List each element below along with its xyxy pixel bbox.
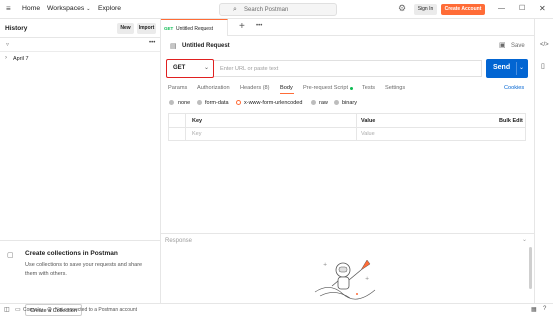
request-icon: ▤ [170, 43, 177, 50]
sidebar: History New Import ▿ ••• › April 7 ▢ Cre… [0, 19, 161, 316]
body-option-label: x-www-form-urlencoded [244, 100, 303, 106]
request-tab[interactable]: GET Untitled Request [161, 19, 228, 36]
send-button[interactable]: Send ⌄ [486, 59, 528, 78]
divider [516, 62, 517, 75]
svg-text:+: + [323, 262, 327, 268]
console-icon: ▭ [15, 307, 21, 313]
settings-gear-icon[interactable]: ⚙ [398, 3, 406, 14]
body-option-label: raw [319, 100, 328, 106]
history-group-label: April 7 [13, 56, 29, 62]
astronaut-illustration: + + [305, 252, 385, 302]
nav-home[interactable]: Home [22, 5, 40, 12]
sidebar-toggle-icon[interactable]: ◫ [4, 306, 10, 313]
save-label: Save [511, 43, 525, 49]
cookies-link[interactable]: Cookies [504, 85, 524, 91]
request-tab-strip: GET Untitled Request + ••• [161, 19, 534, 36]
tab-settings[interactable]: Settings [385, 85, 405, 91]
table-header-value: Value [361, 118, 376, 124]
console-button[interactable]: Console [23, 307, 41, 313]
divider [0, 37, 160, 38]
more-tabs-icon[interactable]: ••• [256, 23, 262, 29]
code-icon[interactable]: </> [540, 42, 549, 48]
collection-icon: ▢ [7, 252, 14, 259]
maximize-icon[interactable]: ☐ [519, 4, 525, 12]
radio-icon [311, 100, 316, 105]
bulk-edit-button[interactable]: Bulk Edit [499, 118, 523, 124]
more-options-icon[interactable]: ••• [149, 40, 155, 46]
body-option-label: binary [342, 100, 357, 106]
help-icon[interactable]: ? [543, 306, 546, 312]
filter-icon[interactable]: ▿ [6, 41, 9, 48]
search-input[interactable]: ⌕ Search Postman [219, 3, 337, 16]
tab-body[interactable]: Body [280, 85, 293, 91]
tab-tests[interactable]: Tests [362, 85, 375, 91]
scrollbar[interactable] [529, 247, 532, 289]
tab-method: GET [164, 26, 174, 31]
body-option-label: form-data [205, 100, 229, 106]
nav-workspaces[interactable]: Workspaces ⌄ [47, 5, 90, 12]
tab-title: Untitled Request [176, 26, 213, 32]
params-table: Key Value Bulk Edit Key Value [168, 113, 526, 141]
request-title[interactable]: Untitled Request [182, 43, 230, 49]
connection-status: Not connected to a Postman account [55, 307, 137, 313]
response-label: Response [165, 238, 193, 244]
status-bar: ◫ ▭ Console ⊘ Not connected to a Postman… [0, 303, 553, 315]
save-icon: ▣ [499, 42, 506, 49]
value-input[interactable]: Value [361, 131, 375, 137]
chevron-right-icon: › [5, 55, 7, 61]
chevron-down-icon: ⌄ [204, 65, 210, 71]
new-button[interactable]: New [117, 23, 134, 34]
active-tab-underline [280, 93, 294, 94]
radio-selected-icon [236, 100, 241, 105]
nav-explore[interactable]: Explore [98, 5, 121, 12]
divider [0, 51, 160, 52]
divider [169, 127, 526, 128]
tab-authorization[interactable]: Authorization [197, 85, 230, 91]
import-button[interactable]: Import [137, 23, 156, 34]
chevron-down-icon[interactable]: ⌄ [522, 236, 527, 243]
tab-pre-request-script[interactable]: Pre-request Script [303, 85, 348, 91]
tab-params[interactable]: Params [168, 85, 187, 91]
disconnected-icon: ⊘ [47, 307, 53, 313]
layout-icon[interactable]: ▦ [531, 306, 537, 313]
method-value: GET [173, 65, 186, 71]
tab-headers[interactable]: Headers (8) [240, 85, 270, 91]
radio-icon [197, 100, 202, 105]
promo-title: Create collections in Postman [25, 250, 118, 257]
divider [161, 233, 534, 234]
close-icon[interactable]: ✕ [539, 4, 546, 13]
status-dot [350, 87, 353, 90]
top-bar: ≡ Home Workspaces ⌄ Explore ⌕ Search Post… [0, 0, 553, 19]
promo-text: Use collections to save your requests an… [25, 262, 143, 277]
url-input[interactable]: Enter URL or paste text [214, 60, 482, 77]
divider [0, 240, 160, 241]
radio-icon [169, 100, 174, 105]
new-tab-plus-icon[interactable]: + [239, 21, 245, 32]
table-header-key: Key [192, 118, 203, 124]
minimize-icon[interactable]: — [498, 5, 505, 12]
body-option-label: none [178, 100, 191, 106]
chevron-down-icon[interactable]: ⌄ [519, 64, 524, 71]
chevron-down-icon: ⌄ [86, 6, 91, 12]
key-input[interactable]: Key [192, 131, 201, 137]
create-account-button[interactable]: Create Account [441, 4, 485, 15]
method-select[interactable]: GET ⌄ [166, 59, 214, 78]
search-placeholder: Search Postman [244, 7, 289, 13]
sign-in-button[interactable]: Sign In [414, 4, 437, 15]
search-icon: ⌕ [233, 6, 237, 13]
menu-icon[interactable]: ≡ [6, 4, 11, 13]
info-icon[interactable]: ▯ [541, 62, 545, 70]
svg-text:+: + [365, 276, 369, 282]
radio-icon [334, 100, 339, 105]
url-placeholder: Enter URL or paste text [220, 66, 279, 72]
sidebar-title: History [5, 25, 28, 32]
send-label: Send [493, 64, 511, 71]
nav-workspaces-label: Workspaces [47, 5, 85, 12]
right-rail: </> ▯ [534, 19, 553, 304]
